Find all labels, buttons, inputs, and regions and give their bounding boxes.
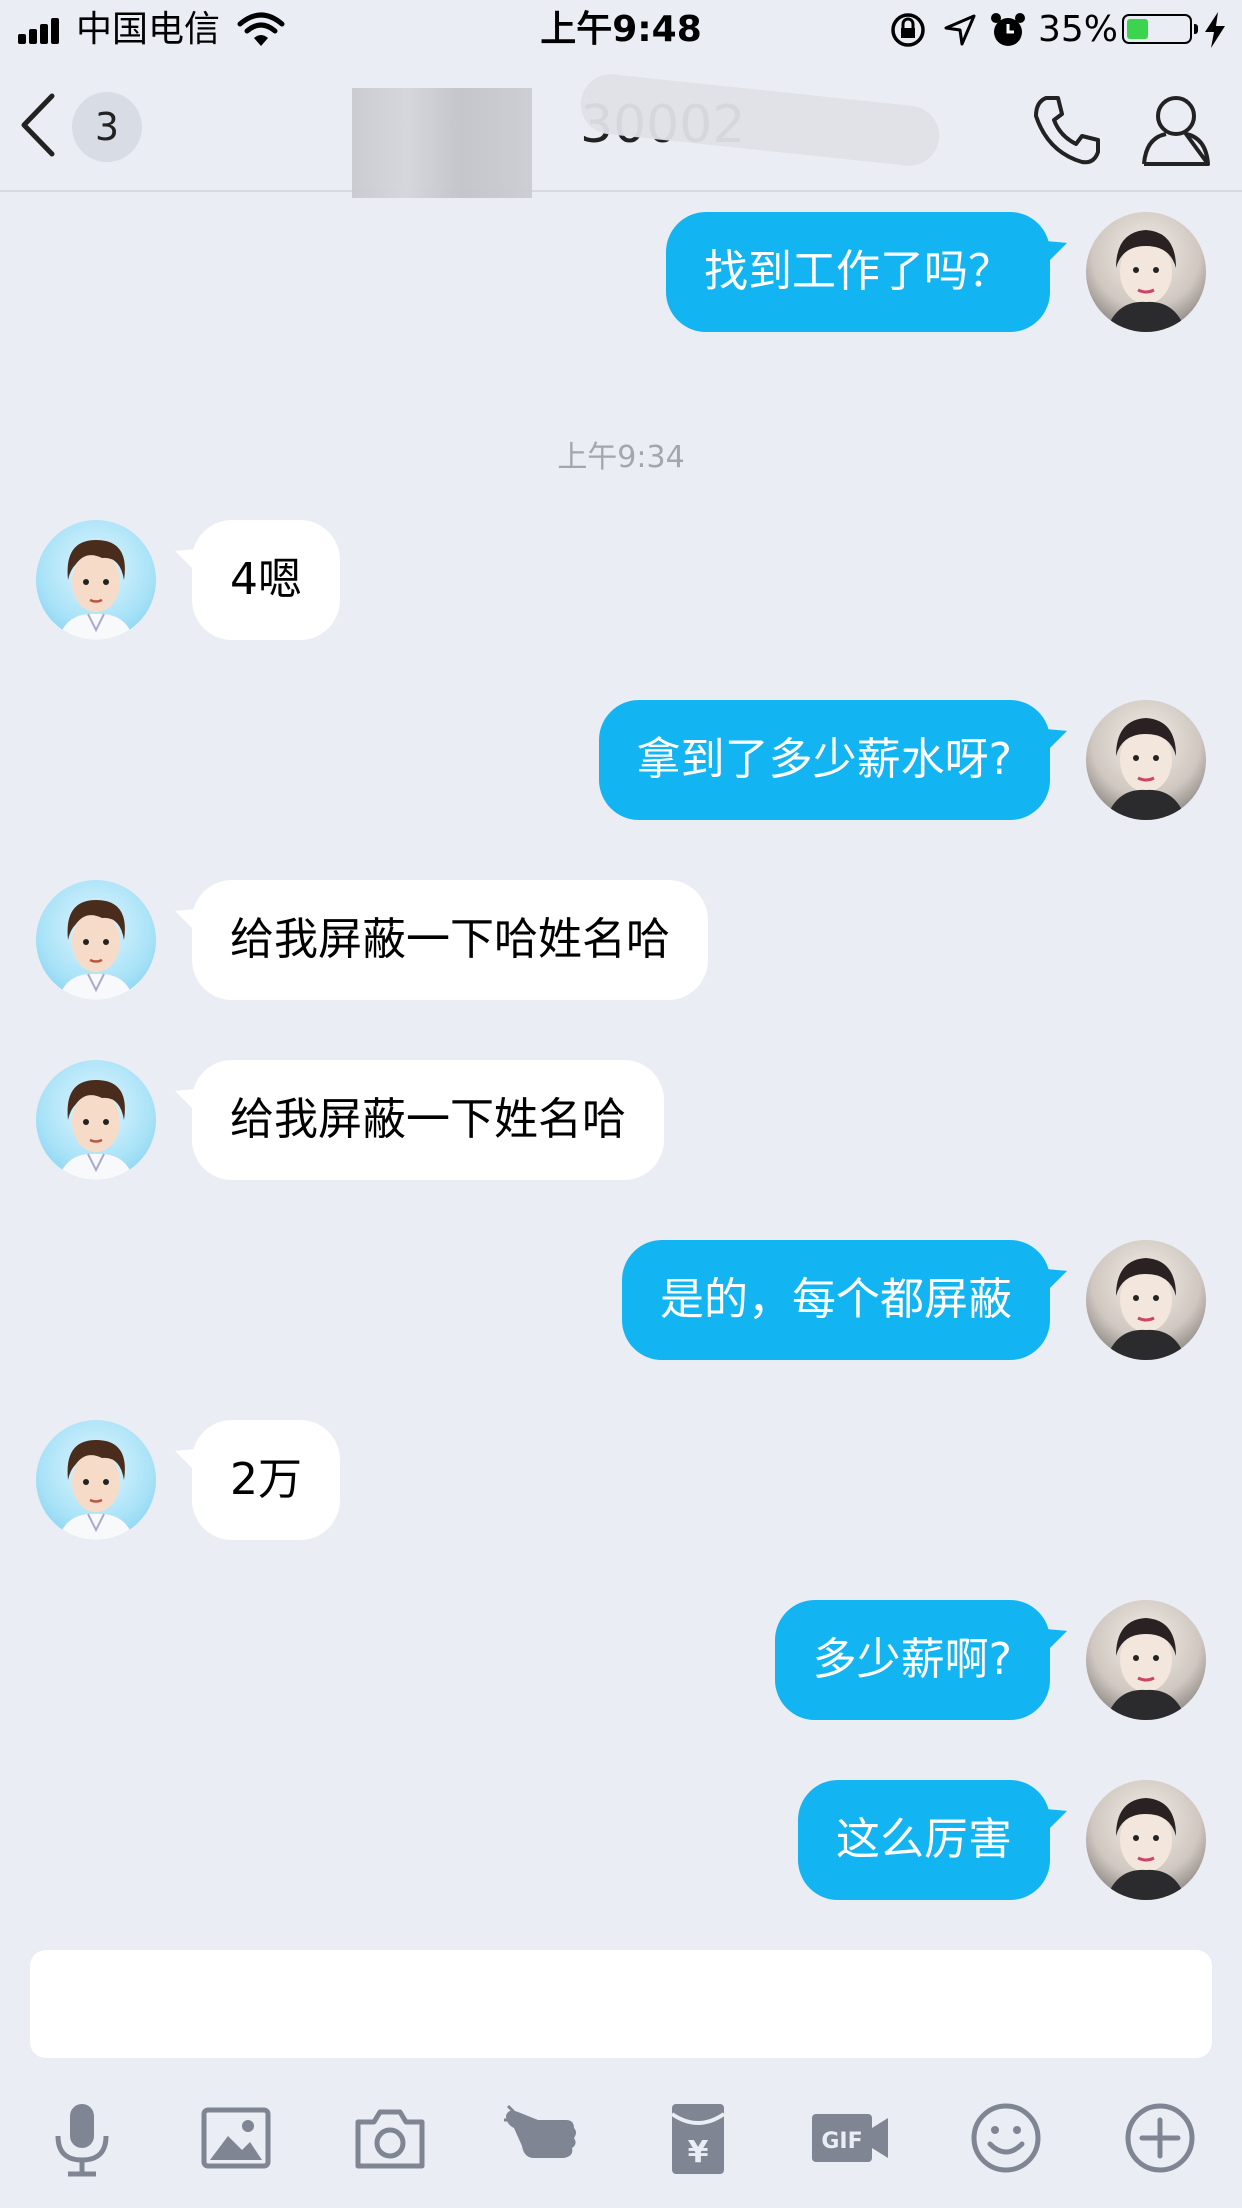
camera-icon[interactable] (350, 2098, 430, 2178)
message-bubble-received[interactable]: 给我屏蔽一下哈姓名哈 (192, 880, 708, 1000)
my-avatar[interactable] (1086, 1780, 1206, 1900)
message-bubble-sent[interactable]: 拿到了多少薪水呀? (598, 700, 1050, 820)
message-bubble-received[interactable]: 给我屏蔽一下姓名哈 (192, 1060, 664, 1180)
svg-text:GIF: GIF (821, 2129, 862, 2154)
alarm-icon (988, 10, 1028, 50)
person-icon[interactable] (1136, 90, 1216, 170)
poke-hand-icon[interactable] (504, 2098, 584, 2178)
microphone-icon[interactable] (42, 2098, 122, 2178)
message-bubble-received[interactable]: 2万 (192, 1420, 340, 1540)
message-bubble-sent[interactable]: 是的，每个都屏蔽 (622, 1240, 1050, 1360)
unread-count-badge[interactable]: 3 (72, 92, 142, 162)
charging-icon (1203, 12, 1227, 48)
chevron-left-icon[interactable] (14, 90, 64, 160)
chat-header: 3 30002 (0, 60, 1242, 198)
image-icon[interactable] (196, 2098, 276, 2178)
status-bar: 中国电信 上午9:48 35% (0, 0, 1242, 60)
contact-avatar[interactable] (36, 520, 156, 640)
contact-avatar[interactable] (36, 880, 156, 1000)
my-avatar[interactable] (1086, 1600, 1206, 1720)
battery-icon (1122, 14, 1198, 44)
message-input[interactable] (30, 1950, 1212, 2058)
add-icon[interactable] (1120, 2098, 1200, 2178)
message-bubble-received[interactable]: 4嗯 (192, 520, 340, 640)
red-packet-icon[interactable]: ¥ (658, 2098, 738, 2178)
contact-avatar[interactable] (36, 1420, 156, 1540)
message-bubble-sent[interactable]: 这么厉害 (798, 1780, 1050, 1900)
gif-icon[interactable]: GIF (810, 2098, 890, 2178)
phone-icon[interactable] (1028, 90, 1108, 170)
battery-percent: 35% (1038, 9, 1119, 50)
message-timestamp: 上午9:34 (557, 440, 685, 475)
my-avatar[interactable] (1086, 1240, 1206, 1360)
message-bubble-sent[interactable]: 找到工作了吗？ (666, 212, 1050, 332)
emoji-icon[interactable] (966, 2098, 1046, 2178)
redaction-blur (352, 88, 532, 198)
rotation-lock-icon (888, 10, 928, 50)
svg-text:¥: ¥ (688, 2135, 709, 2170)
contact-avatar[interactable] (36, 1060, 156, 1180)
my-avatar[interactable] (1086, 212, 1206, 332)
my-avatar[interactable] (1086, 700, 1206, 820)
location-icon (940, 10, 980, 50)
message-bubble-sent[interactable]: 多少薪啊? (774, 1600, 1050, 1720)
